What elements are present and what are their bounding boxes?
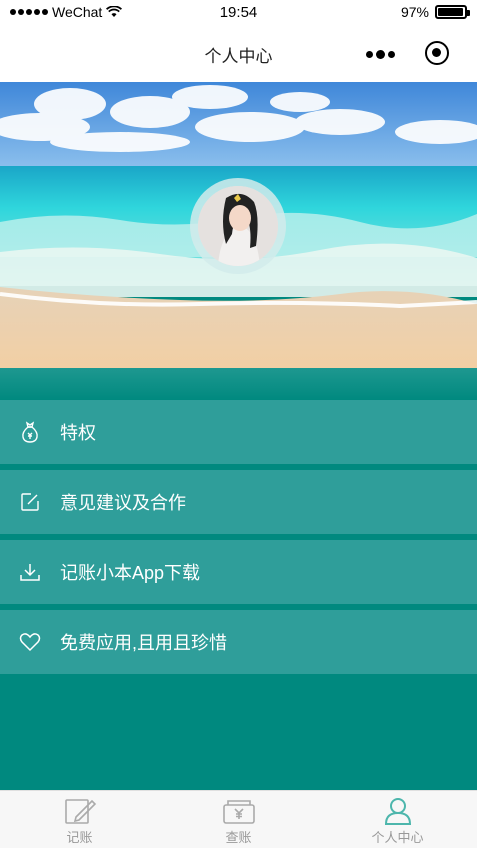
menu-item-feedback[interactable]: 意见建议及合作 (0, 470, 477, 534)
wallet-yen-icon (222, 800, 255, 824)
capsule-close-icon[interactable] (425, 41, 449, 65)
battery-percent: 97% (400, 4, 429, 20)
battery-icon (435, 5, 470, 19)
tab-check-accounts[interactable]: 查账 (159, 791, 318, 848)
menu-item-privilege[interactable]: 特权 (0, 400, 477, 464)
avatar-photo (198, 186, 278, 266)
battery-fill (438, 8, 464, 16)
heart-icon (0, 632, 60, 652)
menu-item-label: 免费应用,且用且珍惜 (60, 633, 228, 653)
status-right: 97% (400, 4, 470, 20)
menu-item-download[interactable]: 记账小本App下载 (0, 540, 477, 604)
menu-item-label: 记账小本App下载 (60, 563, 201, 583)
tab-bar: 记账 查账 个人中心 (0, 790, 477, 848)
status-bar: WeChat 19:54 97% (0, 0, 477, 24)
page-title: 个人中心 (204, 47, 273, 66)
edit-icon (0, 492, 60, 512)
menu-list: 特权 意见建议及合作 记账小本App下载 免费应用,且用且珍惜 (0, 400, 477, 680)
tab-label: 个人中心 (371, 830, 424, 845)
menu-item-label: 意见建议及合作 (60, 493, 186, 513)
avatar-ring (190, 178, 286, 274)
tab-label: 记账 (66, 830, 93, 845)
person-icon (384, 798, 411, 825)
tab-profile[interactable]: 个人中心 (318, 791, 477, 848)
avatar[interactable] (198, 186, 278, 266)
hero-shadow (0, 368, 477, 400)
hero-banner (0, 82, 477, 368)
money-bag-icon (0, 421, 60, 443)
pencil-note-icon (64, 799, 96, 824)
menu-item-free-app[interactable]: 免费应用,且用且珍惜 (0, 610, 477, 674)
tab-label: 查账 (225, 830, 252, 845)
nav-bar: 个人中心 (0, 24, 477, 82)
tab-bookkeeping[interactable]: 记账 (0, 791, 159, 848)
menu-item-label: 特权 (60, 423, 96, 443)
more-dots-icon[interactable] (366, 50, 395, 59)
download-icon (0, 562, 60, 582)
